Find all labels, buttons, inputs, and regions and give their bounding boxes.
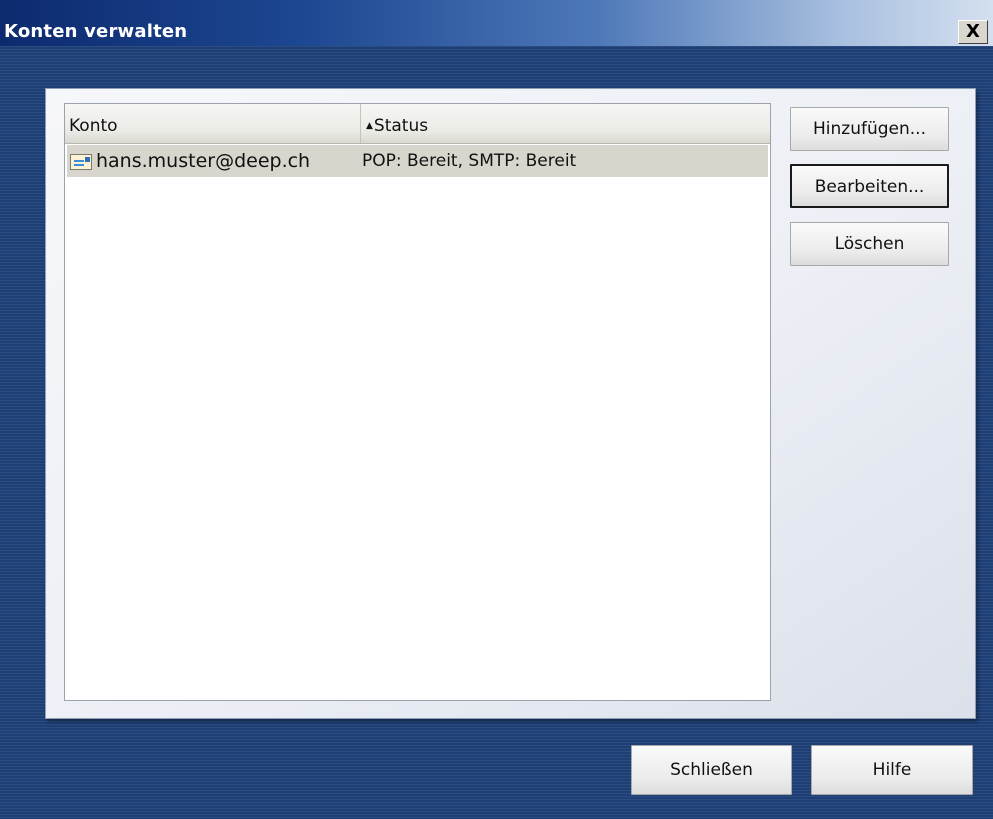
add-account-button[interactable]: Hinzufügen... bbox=[790, 107, 949, 151]
column-header-status[interactable]: ▲Status bbox=[362, 104, 770, 143]
sort-ascending-icon: ▲ bbox=[366, 121, 373, 131]
column-header-konto-label: Konto bbox=[69, 116, 118, 136]
delete-account-button[interactable]: Löschen bbox=[790, 222, 949, 266]
mail-account-icon bbox=[70, 154, 92, 170]
edit-account-button[interactable]: Bearbeiten... bbox=[790, 164, 949, 208]
accounts-list[interactable]: Konto ▲Status hans.muster@deep.ch POP: B… bbox=[64, 103, 771, 701]
column-header-konto[interactable]: Konto bbox=[65, 104, 361, 143]
account-status: POP: Bereit, SMTP: Bereit bbox=[362, 151, 577, 171]
account-email: hans.muster@deep.ch bbox=[96, 150, 311, 172]
list-header: Konto ▲Status bbox=[65, 104, 770, 144]
close-window-button[interactable]: X bbox=[958, 20, 988, 44]
window-title: Konten verwalten bbox=[4, 21, 188, 42]
help-button[interactable]: Hilfe bbox=[811, 745, 973, 795]
column-header-status-label: Status bbox=[373, 116, 429, 136]
title-bar[interactable]: Konten verwalten X bbox=[0, 0, 993, 46]
close-button[interactable]: Schließen bbox=[631, 745, 792, 795]
list-item[interactable]: hans.muster@deep.ch POP: Bereit, SMTP: B… bbox=[67, 145, 768, 177]
